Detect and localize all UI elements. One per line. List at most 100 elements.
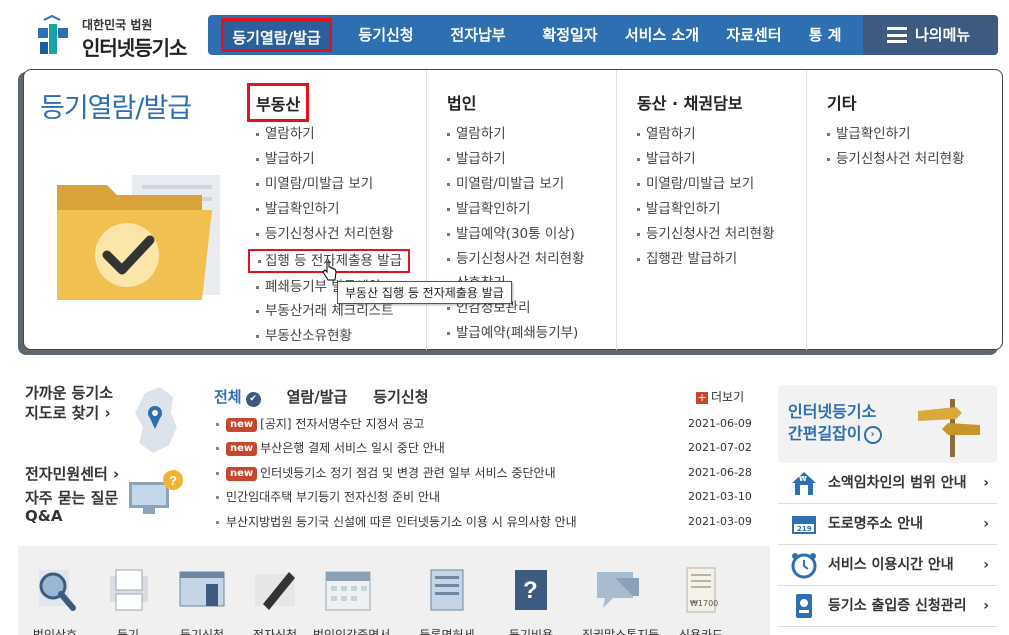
- menu-item[interactable]: 발급확인하기: [637, 197, 775, 222]
- menu-col-corporation: 법인 열람하기 발급하기 미열람/미발급 보기 발급확인하기 발급예약(30통 …: [426, 70, 616, 350]
- link-label: 등기소 출입증 신청관리: [828, 598, 967, 614]
- folder-check-icon: [57, 175, 220, 300]
- menu-item[interactable]: 발급확인하기: [827, 122, 965, 147]
- menu-item[interactable]: 발급확인하기: [447, 197, 585, 222]
- id-card-icon: [796, 594, 812, 618]
- faq-link[interactable]: 자주 묻는 질문 Q&A: [25, 489, 118, 525]
- nav-e-payment[interactable]: 전자납부: [440, 15, 516, 55]
- quick-seal-certificate[interactable]: 법인인감증명서: [313, 564, 390, 635]
- menu-col-title-corporation[interactable]: 법인: [447, 90, 476, 114]
- nav-resource-center[interactable]: 자료센터: [716, 15, 792, 55]
- menu-item[interactable]: 부동산소유현황: [256, 324, 410, 349]
- menu-col-real-estate: 부동산 열람하기 발급하기 미열람/미발급 보기 발급확인하기 등기신청사건 처…: [236, 70, 426, 350]
- news-date: 2021-03-10: [688, 490, 752, 504]
- nav-registry-view[interactable]: 등기열람/발급: [221, 18, 332, 52]
- more-link[interactable]: + 더보기: [696, 388, 744, 405]
- menu-item[interactable]: 발급하기: [447, 147, 585, 172]
- menu-item[interactable]: 등기신청사건 처리현황: [256, 222, 410, 247]
- tooltip: 부동산 집행 등 전자제출용 발급: [337, 281, 512, 304]
- my-menu-button[interactable]: 나의메뉴: [863, 15, 998, 55]
- nav-service-intro[interactable]: 서비스 소개: [620, 15, 704, 55]
- tab-all[interactable]: 전체 ✔: [214, 386, 261, 407]
- receipt-icon: ₩1700: [686, 567, 718, 613]
- pen-icon: [255, 572, 295, 610]
- tab-view-issue[interactable]: 열람/발급: [287, 386, 348, 407]
- speech-bubble-icon: [597, 572, 639, 608]
- menu-list-corporation: 열람하기 발급하기 미열람/미발급 보기 발급확인하기 발급예약(30통 이상)…: [447, 122, 585, 346]
- road-address-guide-link[interactable]: 219 도로명주소 안내 ›: [778, 504, 997, 545]
- new-badge: new: [226, 442, 258, 457]
- news-title: [공지] 전자서명수단 지정서 공고: [260, 417, 425, 431]
- logo[interactable]: 대한민국 법원 인터넷등기소: [30, 10, 190, 60]
- chevron-right-icon: ›: [983, 557, 989, 573]
- nav-statistics[interactable]: 통 계: [802, 15, 848, 55]
- menu-col-etc: 기타 발급확인하기 등기신청사건 처리현황: [806, 70, 1002, 350]
- service-hours-guide-link[interactable]: 서비스 이용시간 안내 ›: [778, 545, 997, 586]
- easy-guide-label: 간편길잡이: [788, 424, 862, 443]
- quick-credit-card[interactable]: ₩1700 신용카드: [666, 564, 736, 635]
- more-label: 더보기: [711, 390, 745, 404]
- header: 대한민국 법원 인터넷등기소 등기열람/발급 등기신청 전자납부 확정일자 서비…: [0, 0, 1009, 68]
- menu-item[interactable]: 발급확인하기: [256, 197, 410, 222]
- small-tenant-guide-link[interactable]: ₩ 소액임차인의 범위 안내 ›: [778, 463, 997, 504]
- e-civil-center-link[interactable]: 전자민원센터 ›: [25, 463, 119, 484]
- quick-corp-name[interactable]: 법인상호: [20, 564, 90, 635]
- news-item[interactable]: new 인터넷등기소 정기 점검 및 변경 관련 일부 서비스 중단안내 2021-…: [214, 463, 752, 487]
- quick-cancellation-notice[interactable]: 직권말소통지등: [582, 564, 659, 635]
- access-card-link[interactable]: 등기소 출입증 신청관리 ›: [778, 586, 997, 627]
- signpost-icon: [918, 399, 980, 457]
- easy-guide-banner[interactable]: 인터넷등기소 간편길잡이 ›: [778, 385, 997, 463]
- quick-license-tax[interactable]: 등록면허세: [412, 564, 482, 635]
- link-label: 도로명주소 안내: [828, 516, 924, 532]
- menu-item[interactable]: 미열람/미발급 보기: [637, 172, 775, 197]
- menu-item[interactable]: 미열람/미발급 보기: [447, 172, 585, 197]
- quick-label: 등기신청: [179, 628, 225, 635]
- nav-fixed-date[interactable]: 확정일자: [532, 15, 608, 55]
- menu-item[interactable]: 발급하기: [637, 147, 775, 172]
- quick-registry-cost[interactable]: ? 등기비용: [496, 564, 566, 635]
- menu-col-movable-assets: 동산 · 채권담보 열람하기 발급하기 미열람/미발급 보기 발급확인하기 등기…: [616, 70, 806, 350]
- faq-line2: Q&A: [25, 507, 63, 525]
- menu-col-title-movable-assets[interactable]: 동산 · 채권담보: [637, 90, 743, 114]
- menu-item[interactable]: 등기신청사건 처리현황: [827, 147, 965, 172]
- tab-registry-apply[interactable]: 등기신청: [373, 386, 428, 407]
- menu-item[interactable]: 열람하기: [637, 122, 775, 147]
- menu-item[interactable]: 등기신청사건 처리현황: [447, 247, 585, 272]
- svg-text:?: ?: [523, 577, 538, 604]
- hamburger-icon: [887, 27, 907, 43]
- quick-e-apply[interactable]: 전자신청: [240, 564, 310, 635]
- court-emblem-icon: [38, 14, 68, 54]
- menu-col-title-real-estate[interactable]: 부동산: [247, 83, 310, 122]
- quick-registry-apply[interactable]: 등기신청: [167, 564, 237, 635]
- alarm-clock-icon: [791, 553, 817, 579]
- menu-item[interactable]: 발급예약(폐쇄등기부): [447, 321, 585, 346]
- quick-registry[interactable]: 등기: [93, 564, 163, 635]
- link-label: 서비스 이용시간 안내: [828, 557, 954, 573]
- check-icon: ✔: [245, 392, 261, 407]
- menu-item[interactable]: 발급하기: [256, 147, 410, 172]
- menu-item[interactable]: 미열람/미발급 보기: [256, 172, 410, 197]
- menu-list-real-estate: 열람하기 발급하기 미열람/미발급 보기 발급확인하기 등기신청사건 처리현황 …: [248, 122, 411, 349]
- news-item[interactable]: 부산지방법원 등기국 신설에 따른 인터넷등기소 이용 시 유의사항 안내 202…: [214, 512, 752, 536]
- chevron-right-icon: ›: [983, 516, 989, 532]
- menu-item[interactable]: 발급예약(30통 이상): [447, 222, 585, 247]
- address-sign-icon: 219: [792, 516, 816, 534]
- news-title: 부산은행 결제 서비스 일시 중단 안내: [260, 441, 445, 456]
- korea-map-icon: [135, 387, 177, 453]
- nav-registry-apply[interactable]: 등기신청: [348, 15, 424, 55]
- monitor-question-icon: ?: [129, 470, 183, 514]
- nearest-registry-link[interactable]: 가까운 등기소 지도로 찾기 ›: [25, 383, 113, 423]
- plus-icon: +: [696, 391, 708, 404]
- menu-item[interactable]: 집행관 발급하기: [637, 247, 775, 272]
- news-item[interactable]: 민간임대주택 부기등기 전자신청 준비 안내 2021-03-10: [214, 487, 752, 511]
- news-item[interactable]: new 부산은행 결제 서비스 일시 중단 안내 2021-07-02: [214, 438, 752, 462]
- new-badge: new: [226, 418, 258, 432]
- menu-col-title-etc[interactable]: 기타: [827, 90, 856, 114]
- logo-subtitle: 대한민국 법원: [82, 18, 153, 32]
- menu-item[interactable]: 열람하기: [447, 122, 585, 147]
- menu-item[interactable]: 열람하기: [256, 122, 410, 147]
- news-item[interactable]: new [공지] 전자서명수단 지정서 공고 2021-06-09: [214, 414, 752, 438]
- computer-window-icon: [179, 571, 225, 607]
- chevron-right-icon: ›: [983, 598, 989, 614]
- menu-item[interactable]: 등기신청사건 처리현황: [637, 222, 775, 247]
